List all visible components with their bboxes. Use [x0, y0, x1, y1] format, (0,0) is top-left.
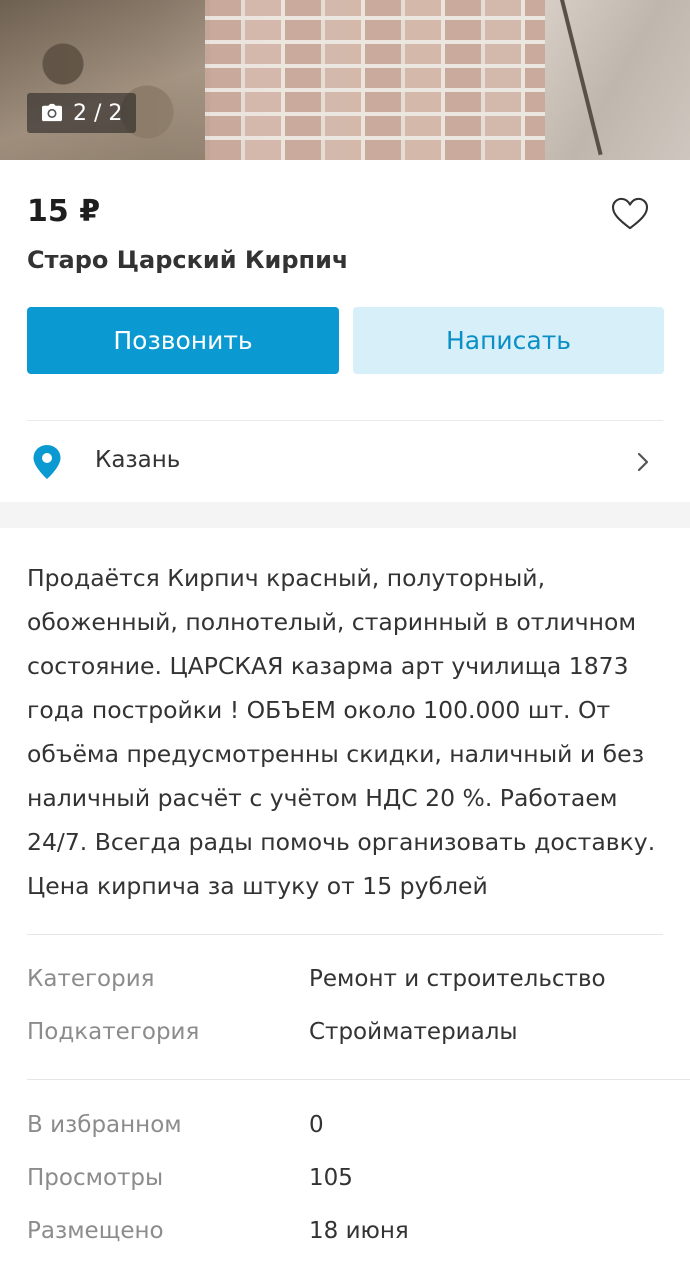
location-row[interactable]: Казань — [0, 421, 690, 502]
listing-title: Старо Царский Кирпич — [27, 246, 349, 274]
listing-details: Продаётся Кирпич красный, полуторный, об… — [0, 528, 690, 1280]
stat-value: 105 — [309, 1165, 353, 1191]
camera-icon — [42, 103, 62, 122]
param-value: Стройматериалы — [309, 1019, 518, 1045]
stat-key: Просмотры — [27, 1165, 164, 1191]
message-button[interactable]: Написать — [353, 307, 664, 374]
photo-counter: 2 / 2 — [27, 93, 137, 133]
listing-description: Продаётся Кирпич красный, полуторный, об… — [27, 564, 656, 900]
stat-row: Просмотры 105 — [27, 1165, 667, 1205]
listing-photo[interactable]: 2 / 2 — [0, 0, 690, 160]
chevron-right-icon — [637, 452, 649, 472]
photo-brick-stack — [205, 0, 565, 160]
heart-icon — [611, 197, 649, 230]
stat-key: Размещено — [27, 1218, 164, 1244]
divider — [27, 1079, 690, 1080]
param-key: Подкатегория — [27, 1019, 200, 1045]
photo-counter-text: 2 / 2 — [73, 100, 123, 126]
param-value: Ремонт и строительство — [309, 966, 606, 992]
listing-header-card: 15 ₽ Старо Царский Кирпич Позвонить Напи… — [0, 160, 690, 502]
stat-value: 18 июня — [309, 1218, 409, 1244]
location-city: Казань — [95, 447, 181, 473]
stat-row: Размещено 18 июня — [27, 1218, 667, 1258]
stat-row: В избранном 0 — [27, 1112, 667, 1152]
photo-dirt-area — [0, 0, 210, 160]
favorite-button[interactable] — [608, 194, 652, 234]
param-key: Категория — [27, 966, 155, 992]
call-button[interactable]: Позвонить — [27, 307, 339, 374]
stat-key: В избранном — [27, 1112, 182, 1138]
listing-price: 15 ₽ — [27, 194, 101, 229]
divider — [27, 934, 663, 935]
param-row: Подкатегория Стройматериалы — [27, 1019, 667, 1059]
stat-value: 0 — [309, 1112, 324, 1138]
location-pin-icon — [33, 445, 61, 479]
param-row: Категория Ремонт и строительство — [27, 966, 667, 1006]
